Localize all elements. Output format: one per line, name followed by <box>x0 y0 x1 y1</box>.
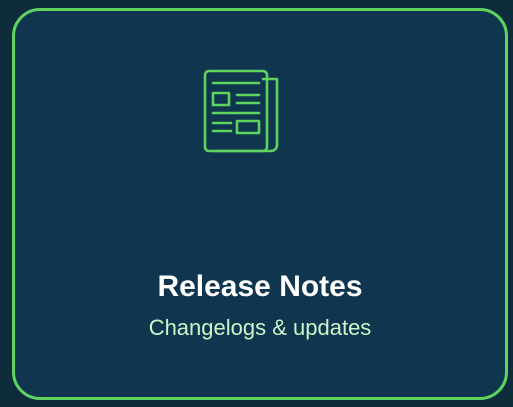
release-notes-card[interactable]: Release Notes Changelogs & updates <box>12 8 508 400</box>
card-subtitle: Changelogs & updates <box>148 315 372 340</box>
newspaper-icon <box>201 67 283 153</box>
card-title: Release Notes <box>157 270 363 303</box>
page: Release Notes Changelogs & updates <box>0 0 513 407</box>
